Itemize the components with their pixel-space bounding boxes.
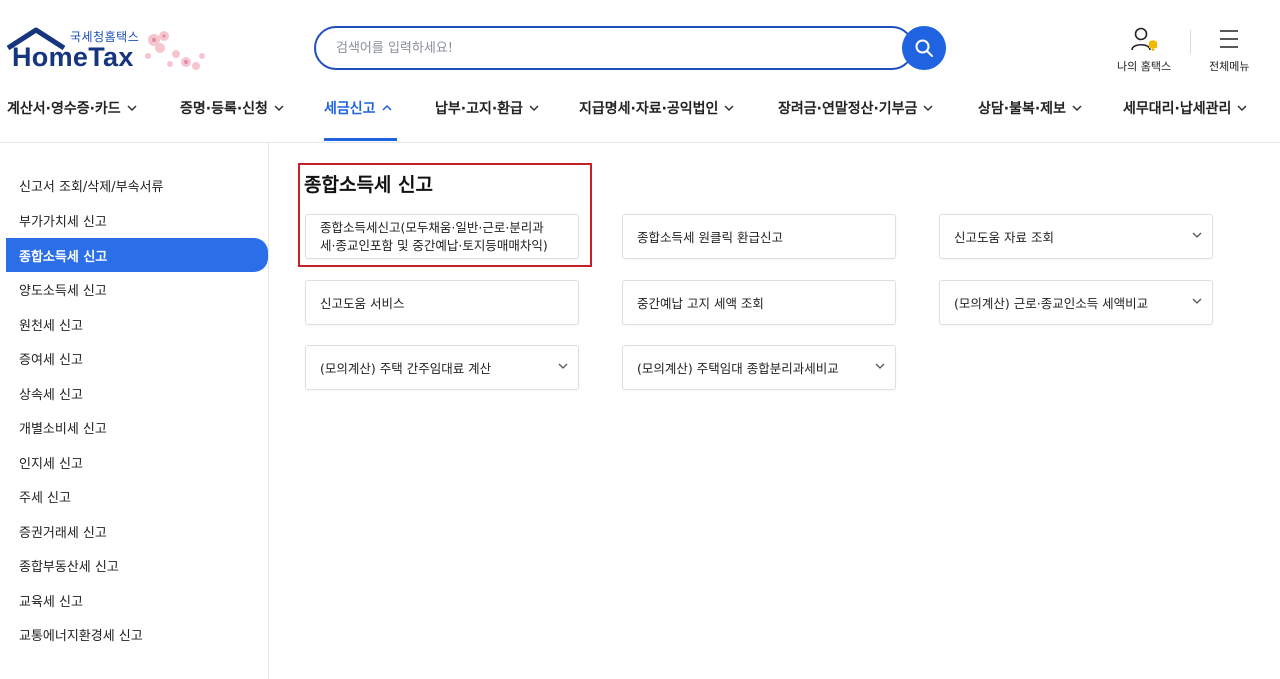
gnb-label: 지급명세·자료·공익법인 xyxy=(579,101,719,117)
gnb-item-payment[interactable]: 납부·고지·환급 xyxy=(435,98,539,118)
my-hometax-label: 나의 홈택스 xyxy=(1117,60,1172,73)
card-label: (모의계산) 주택 간주임대료 계산 xyxy=(320,361,492,376)
simulation-deemed-rent-card[interactable]: (모의계산) 주택 간주임대료 계산 xyxy=(305,345,579,390)
card-label: 종합소득세신고(모두채움·일반·근로·분리과 세·종교인포함 및 중간예납·토지… xyxy=(320,219,548,255)
card-label: (모의계산) 주택임대 종합분리과세비교 xyxy=(637,361,839,376)
card-label: (모의계산) 근로·종교인소득 세액비교 xyxy=(954,296,1149,311)
hometax-logo[interactable]: 국세청홈택스 HomeTax xyxy=(6,24,216,76)
card-label: 신고도움 서비스 xyxy=(320,296,405,311)
sidebar-item-withholding[interactable]: 원천세 신고 xyxy=(6,307,268,341)
one-click-refund-card[interactable]: 종합소득세 원클릭 환급신고 xyxy=(622,214,896,259)
card-label-line1: 종합소득세신고(모두채움·일반·근로·분리과 xyxy=(320,219,544,235)
gnb-label: 세금신고 xyxy=(324,101,376,117)
page-title: 종합소득세 신고 xyxy=(304,174,433,196)
chevron-down-icon xyxy=(1192,298,1202,304)
sidebar: 신고서 조회/삭제/부속서류 부가가치세 신고 종합소득세 신고 양도소득세 신… xyxy=(0,143,269,679)
search-button[interactable] xyxy=(902,26,946,70)
card-label: 신고도움 자료 조회 xyxy=(954,230,1054,245)
gnb-label: 납부·고지·환급 xyxy=(435,101,523,117)
simulation-labor-religious-card[interactable]: (모의계산) 근로·종교인소득 세액비교 xyxy=(939,280,1213,325)
sidebar-item-securities[interactable]: 증권거래세 신고 xyxy=(6,514,268,548)
gnb-item-incentives[interactable]: 장려금·연말정산·기부금 xyxy=(778,98,933,118)
chevron-down-icon xyxy=(1072,105,1082,111)
chevron-down-icon xyxy=(875,363,885,369)
filing-help-data-card[interactable]: 신고도움 자료 조회 xyxy=(939,214,1213,259)
chevron-down-icon xyxy=(724,105,734,111)
all-menu-label: 전체메뉴 xyxy=(1209,60,1250,73)
search-input[interactable] xyxy=(314,26,914,70)
header: 국세청홈택스 HomeTax 나의 홈택스 xyxy=(0,0,1280,143)
sidebar-item-stamp[interactable]: 인지세 신고 xyxy=(6,445,268,479)
chevron-down-icon xyxy=(558,363,568,369)
sidebar-item-vat[interactable]: 부가가치세 신고 xyxy=(6,203,268,237)
gnb-label: 증명·등록·신청 xyxy=(180,101,268,117)
gnb-item-receipts[interactable]: 계산서·영수증·카드 xyxy=(7,98,137,118)
card-label: 중간예납 고지 세액 조회 xyxy=(637,296,764,311)
gnb-item-consultation[interactable]: 상담·불복·제보 xyxy=(978,98,1082,118)
gnb-item-tax-filing[interactable]: 세금신고 xyxy=(324,98,392,118)
my-hometax-button[interactable]: 나의 홈택스 xyxy=(1117,26,1171,74)
gnb-label: 장려금·연말정산·기부금 xyxy=(778,101,918,117)
user-bell-icon xyxy=(1131,27,1158,51)
hamburger-menu-icon xyxy=(1220,30,1239,48)
chevron-down-icon xyxy=(274,105,284,111)
chevron-down-icon xyxy=(127,105,137,111)
chevron-down-icon xyxy=(1192,232,1202,238)
sidebar-item-transport-energy[interactable]: 교통에너지환경세 신고 xyxy=(6,617,268,651)
chevron-up-icon xyxy=(382,105,392,111)
gnb-label: 세무대리·납세관리 xyxy=(1123,101,1232,117)
search-icon xyxy=(915,39,933,57)
gnb-item-tax-agent[interactable]: 세무대리·납세관리 xyxy=(1123,98,1247,118)
sidebar-item-return-inquiry[interactable]: 신고서 조회/삭제/부속서류 xyxy=(6,168,268,202)
global-nav: 계산서·영수증·카드 증명·등록·신청 세금신고 납부·고지·환급 지급명세·자… xyxy=(0,88,1280,141)
chevron-down-icon xyxy=(923,105,933,111)
active-tab-underline xyxy=(324,138,397,141)
chevron-down-icon xyxy=(529,105,539,111)
interim-prepayment-card[interactable]: 중간예납 고지 세액 조회 xyxy=(622,280,896,325)
filing-help-service-card[interactable]: 신고도움 서비스 xyxy=(305,280,579,325)
cherry-blossom-icon xyxy=(145,31,205,70)
sidebar-item-income-tax[interactable]: 종합소득세 신고 xyxy=(6,238,268,272)
income-tax-filing-card[interactable]: 종합소득세신고(모두채움·일반·근로·분리과 세·종교인포함 및 중간예납·토지… xyxy=(305,214,579,259)
sidebar-item-consumption[interactable]: 개별소비세 신고 xyxy=(6,410,268,444)
chevron-down-icon xyxy=(1237,105,1247,111)
sidebar-item-real-estate[interactable]: 종합부동산세 신고 xyxy=(6,548,268,582)
card-label-line2: 세·종교인포함 및 중간예납·토지등매매차익) xyxy=(320,237,548,253)
all-menu-button[interactable]: 전체메뉴 xyxy=(1209,26,1249,74)
gnb-label: 계산서·영수증·카드 xyxy=(7,101,121,117)
card-label: 종합소득세 원클릭 환급신고 xyxy=(637,230,783,245)
utility-divider xyxy=(1190,30,1191,54)
gnb-label: 상담·불복·제보 xyxy=(978,101,1066,117)
search-bar xyxy=(314,26,948,70)
gnb-item-statements[interactable]: 지급명세·자료·공익법인 xyxy=(579,98,734,118)
sidebar-item-liquor[interactable]: 주세 신고 xyxy=(6,479,268,513)
sidebar-item-inheritance[interactable]: 상속세 신고 xyxy=(6,376,268,410)
gnb-item-certificates[interactable]: 증명·등록·신청 xyxy=(180,98,284,118)
simulation-rental-comparison-card[interactable]: (모의계산) 주택임대 종합분리과세비교 xyxy=(622,345,896,390)
sidebar-item-education[interactable]: 교육세 신고 xyxy=(6,583,268,617)
sidebar-item-gift-tax[interactable]: 증여세 신고 xyxy=(6,341,268,375)
logo-wordmark: HomeTax xyxy=(12,42,134,72)
sidebar-item-capital-gains[interactable]: 양도소득세 신고 xyxy=(6,272,268,306)
